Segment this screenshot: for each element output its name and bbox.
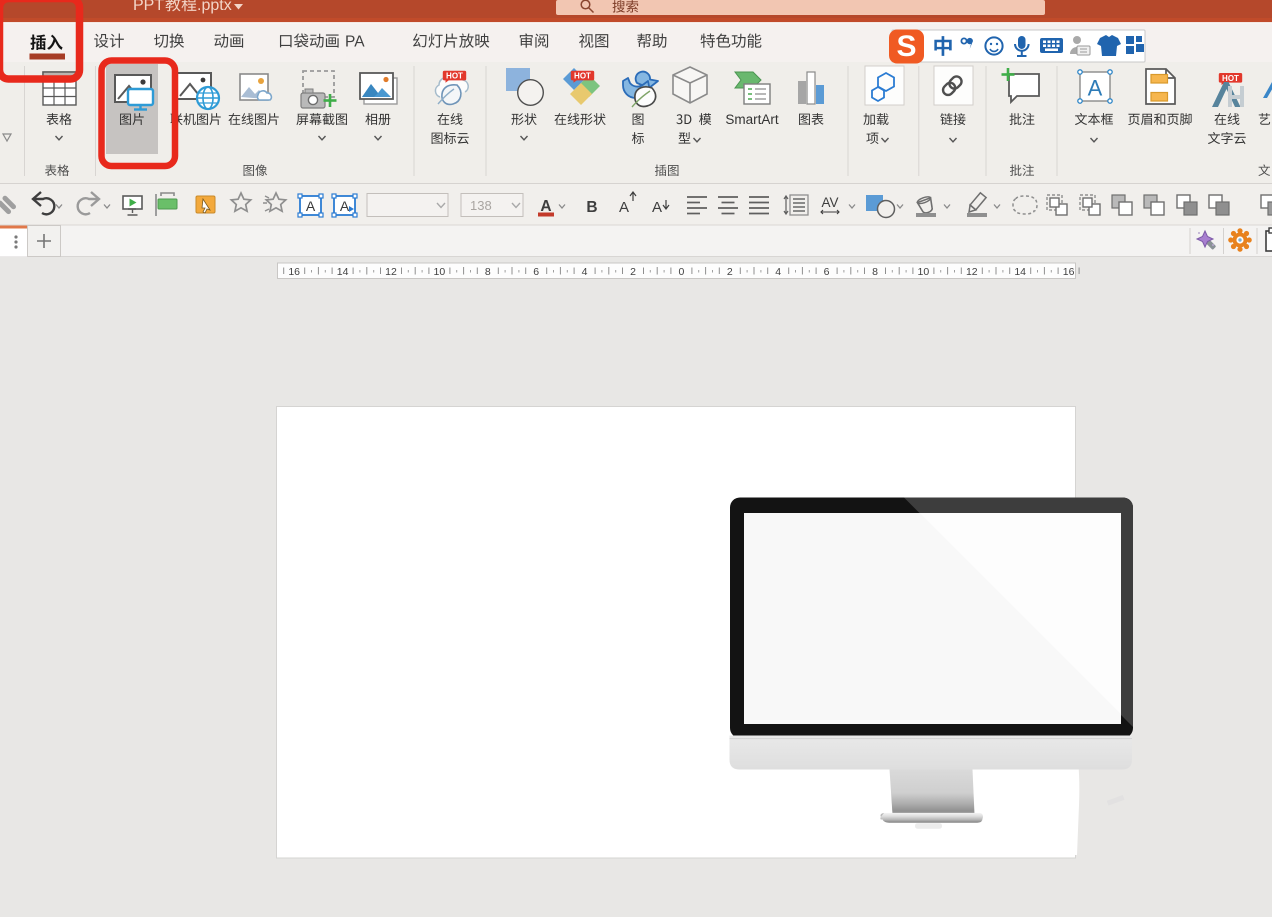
svg-text:8: 8	[485, 266, 491, 278]
svg-text:HOT: HOT	[1222, 74, 1239, 83]
svg-text:A: A	[652, 199, 662, 216]
svg-text:6: 6	[533, 266, 539, 278]
svg-text:14: 14	[337, 266, 349, 278]
svg-text:12: 12	[966, 266, 978, 278]
svg-text:A: A	[540, 198, 551, 215]
svg-text:0: 0	[678, 266, 684, 278]
svg-text:4: 4	[582, 266, 588, 278]
svg-text:12: 12	[385, 266, 397, 278]
svg-text:4: 4	[775, 266, 781, 278]
svg-text:16: 16	[1063, 266, 1075, 278]
svg-text:A: A	[619, 199, 629, 216]
svg-text:6: 6	[824, 266, 830, 278]
svg-text:138: 138	[470, 198, 492, 213]
svg-text:PA: PA	[345, 34, 365, 51]
svg-text:.pptx: .pptx	[197, 0, 232, 14]
svg-text:AV: AV	[821, 195, 838, 210]
svg-text:2: 2	[727, 266, 733, 278]
svg-text:A: A	[1088, 76, 1103, 101]
svg-text:A: A	[306, 198, 316, 214]
svg-text:HOT: HOT	[574, 72, 591, 81]
svg-text:A: A	[340, 198, 350, 214]
svg-text:16: 16	[288, 266, 300, 278]
svg-text:8: 8	[872, 266, 878, 278]
svg-text:HOT: HOT	[446, 72, 463, 81]
svg-text:B: B	[586, 199, 597, 216]
svg-text:S: S	[896, 30, 916, 63]
svg-text:2: 2	[630, 266, 636, 278]
svg-text:10: 10	[918, 266, 930, 278]
svg-text:14: 14	[1014, 266, 1026, 278]
svg-text:10: 10	[434, 266, 446, 278]
svg-text:PPT: PPT	[133, 0, 164, 14]
svg-text:SmartArt: SmartArt	[725, 112, 779, 127]
